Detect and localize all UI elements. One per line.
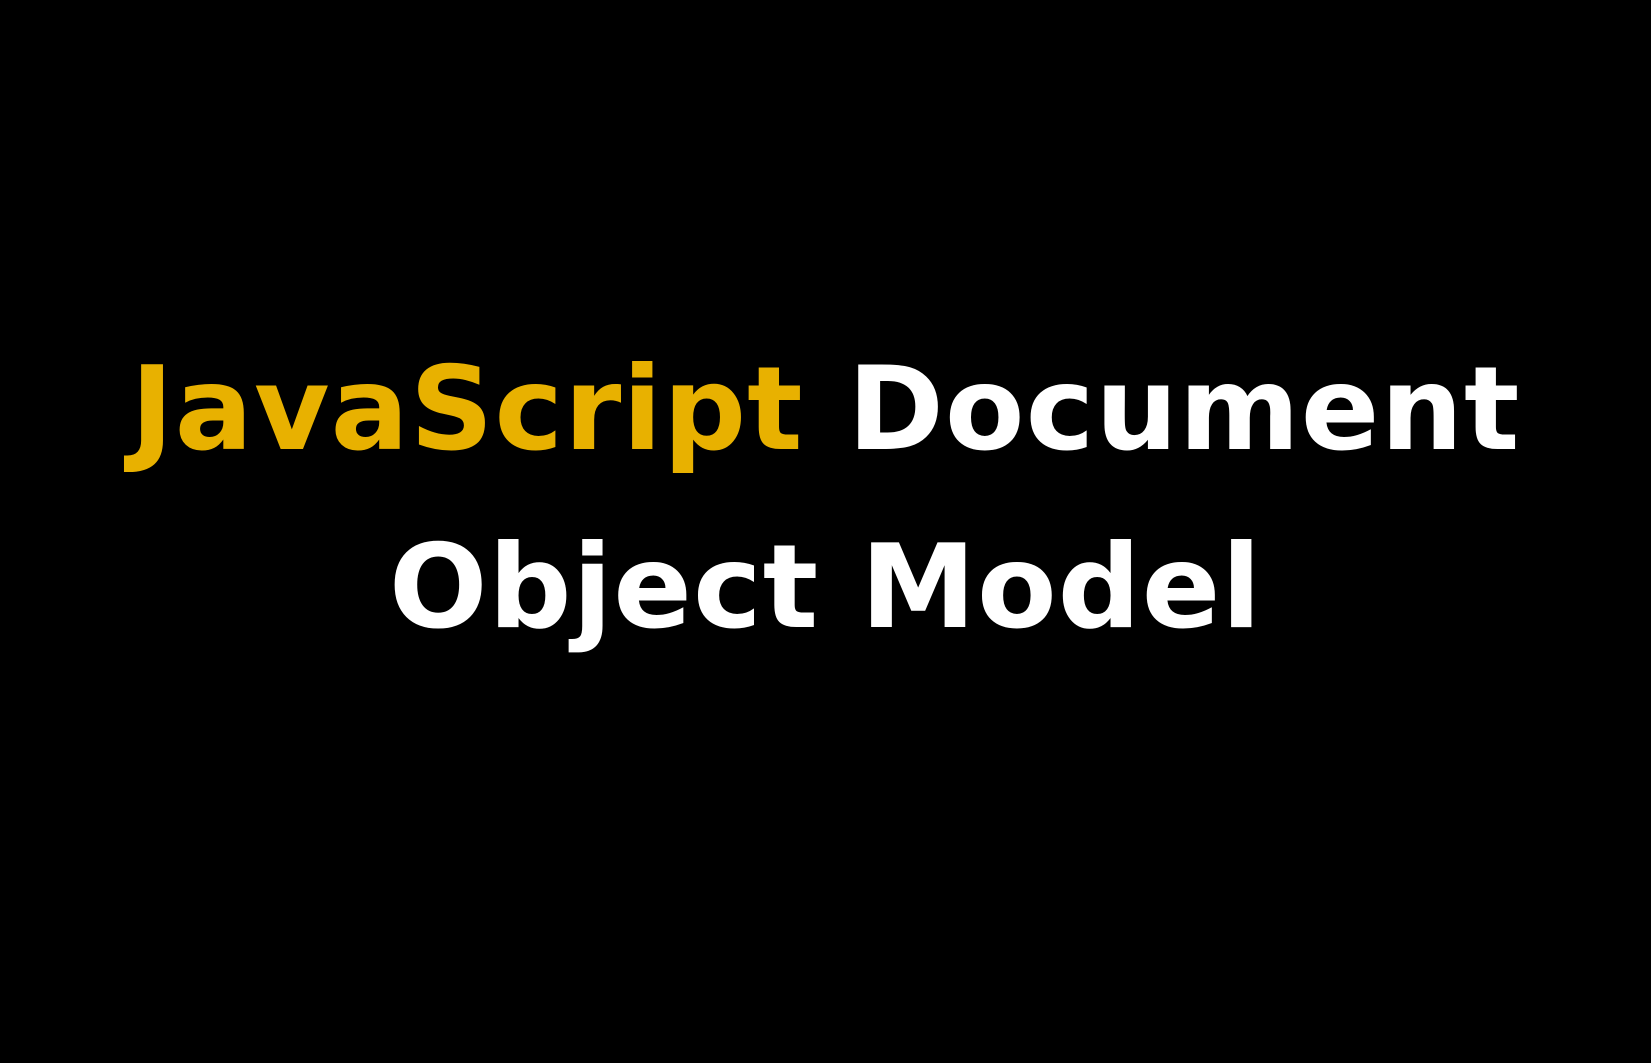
title-line-1: JavaScript Document	[0, 352, 1651, 468]
title-word-document: Document	[847, 342, 1521, 477]
title-accent-word: JavaScript	[130, 342, 804, 477]
title-slide: JavaScript Document Object Model	[0, 0, 1651, 1063]
title-line-2: Object Model	[388, 520, 1263, 655]
